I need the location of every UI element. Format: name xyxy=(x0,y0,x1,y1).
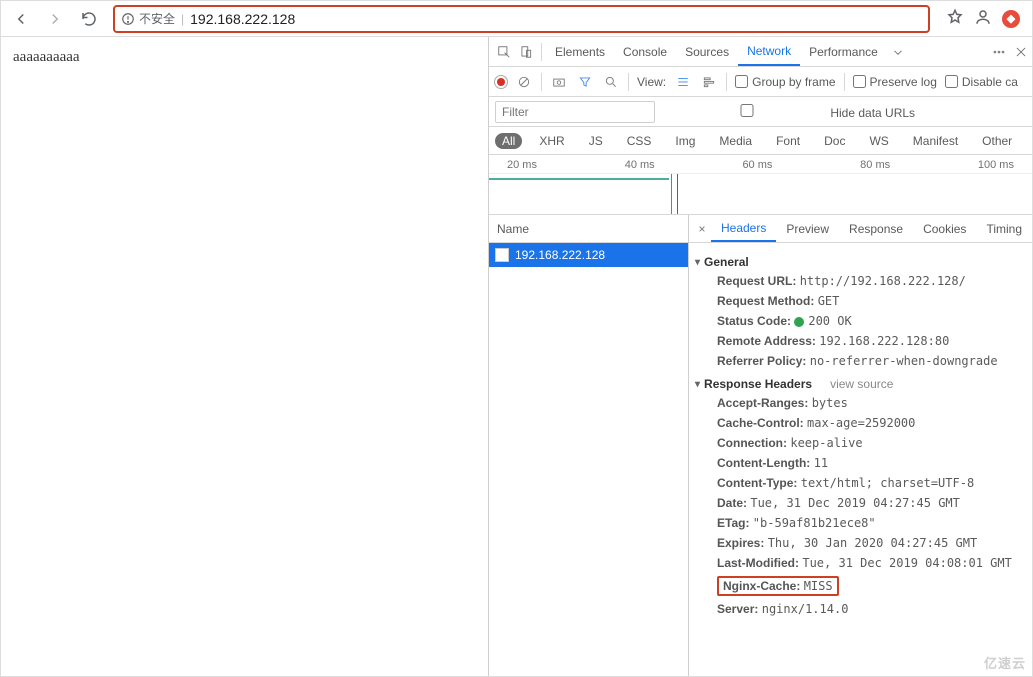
tab-elements[interactable]: Elements xyxy=(546,38,614,66)
clear-icon[interactable] xyxy=(515,73,533,91)
type-img[interactable]: Img xyxy=(668,133,702,149)
view-source-link[interactable]: view source xyxy=(830,377,893,391)
type-other[interactable]: Other xyxy=(975,133,1019,149)
view-waterfall-icon[interactable] xyxy=(700,73,718,91)
status-dot-icon xyxy=(794,317,804,327)
devtools-panel: Elements Console Sources Network Perform… xyxy=(488,37,1032,676)
wf-load-line xyxy=(677,174,678,214)
wf-request-bar xyxy=(489,178,669,180)
forward-button[interactable] xyxy=(41,5,69,33)
request-row[interactable]: 192.168.222.128 xyxy=(489,243,688,267)
kv-accept-ranges: Accept-Ranges: bytes xyxy=(695,393,1022,413)
record-button[interactable] xyxy=(495,76,507,88)
profile-icon[interactable] xyxy=(974,8,992,29)
insecure-label: 不安全 xyxy=(139,10,175,27)
back-button[interactable] xyxy=(7,5,35,33)
type-all[interactable]: All xyxy=(495,133,522,149)
group-by-frame-checkbox[interactable]: Group by frame xyxy=(735,75,835,89)
kv-connection: Connection: keep-alive xyxy=(695,433,1022,453)
wf-domcontent-line xyxy=(671,174,672,214)
kv-date: Date: Tue, 31 Dec 2019 04:27:45 GMT xyxy=(695,493,1022,513)
wf-tick: 40 ms xyxy=(625,159,655,171)
kv-etag: ETag: "b-59af81b21ece8" xyxy=(695,513,1022,533)
type-doc[interactable]: Doc xyxy=(817,133,852,149)
tab-performance[interactable]: Performance xyxy=(800,38,887,66)
url-text: 192.168.222.128 xyxy=(190,11,295,27)
kv-request-url: Request URL: http://192.168.222.128/ xyxy=(695,271,1022,291)
kv-expires: Expires: Thu, 30 Jan 2020 04:27:45 GMT xyxy=(695,533,1022,553)
kv-last-modified: Last-Modified: Tue, 31 Dec 2019 04:08:01… xyxy=(695,553,1022,573)
hide-data-urls-checkbox[interactable]: Hide data URLs xyxy=(667,104,915,120)
type-ws[interactable]: WS xyxy=(862,133,895,149)
type-media[interactable]: Media xyxy=(712,133,759,149)
preserve-log-checkbox[interactable]: Preserve log xyxy=(853,75,937,89)
inspect-element-icon[interactable] xyxy=(493,41,515,63)
devtools-menu-icon[interactable] xyxy=(988,41,1010,63)
dtab-preview[interactable]: Preview xyxy=(776,216,839,242)
section-general[interactable]: General xyxy=(695,255,1022,269)
kv-referrer-policy: Referrer Policy: no-referrer-when-downgr… xyxy=(695,351,1022,371)
address-separator: | xyxy=(181,12,184,26)
section-response-headers[interactable]: Response Headersview source xyxy=(695,377,1022,391)
disable-cache-checkbox[interactable]: Disable ca xyxy=(945,75,1018,89)
close-details-icon[interactable]: × xyxy=(693,222,711,236)
type-js[interactable]: JS xyxy=(582,133,610,149)
view-label: View: xyxy=(637,75,666,89)
request-name: 192.168.222.128 xyxy=(515,248,605,262)
search-icon[interactable] xyxy=(602,73,620,91)
insecure-indicator: 不安全 xyxy=(121,10,175,27)
kv-request-method: Request Method: GET xyxy=(695,291,1022,311)
kv-cache-control: Cache-Control: max-age=2592000 xyxy=(695,413,1022,433)
column-name[interactable]: Name xyxy=(489,215,688,243)
tab-console[interactable]: Console xyxy=(614,38,676,66)
bookmark-star-icon[interactable] xyxy=(946,8,964,29)
document-icon xyxy=(495,248,509,262)
kv-status-code: Status Code: 200 OK xyxy=(695,311,1022,331)
tab-network[interactable]: Network xyxy=(738,38,800,66)
reload-button[interactable] xyxy=(75,5,103,33)
filter-toggle-icon[interactable] xyxy=(576,73,594,91)
capture-screenshot-icon[interactable] xyxy=(550,73,568,91)
kv-content-type: Content-Type: text/html; charset=UTF-8 xyxy=(695,473,1022,493)
tab-sources[interactable]: Sources xyxy=(676,38,738,66)
wf-tick: 60 ms xyxy=(742,159,772,171)
type-manifest[interactable]: Manifest xyxy=(906,133,965,149)
wf-tick: 80 ms xyxy=(860,159,890,171)
kv-content-length: Content-Length: 11 xyxy=(695,453,1022,473)
type-font[interactable]: Font xyxy=(769,133,807,149)
kv-nginx-cache: Nginx-Cache: MISS xyxy=(695,573,1022,599)
page-content: aaaaaaaaaa xyxy=(1,37,488,676)
dtab-timing[interactable]: Timing xyxy=(976,216,1032,242)
dtab-cookies[interactable]: Cookies xyxy=(913,216,976,242)
wf-tick: 100 ms xyxy=(978,159,1014,171)
view-list-icon[interactable] xyxy=(674,73,692,91)
type-xhr[interactable]: XHR xyxy=(532,133,571,149)
kv-remote-address: Remote Address: 192.168.222.128:80 xyxy=(695,331,1022,351)
more-tabs-icon[interactable] xyxy=(887,41,909,63)
device-toggle-icon[interactable] xyxy=(515,41,537,63)
page-body-text: aaaaaaaaaa xyxy=(13,49,80,65)
wf-tick: 20 ms xyxy=(507,159,537,171)
dtab-response[interactable]: Response xyxy=(839,216,913,242)
waterfall-overview[interactable]: 20 ms 40 ms 60 ms 80 ms 100 ms xyxy=(489,155,1032,215)
devtools-close-icon[interactable] xyxy=(1010,41,1032,63)
kv-server: Server: nginx/1.14.0 xyxy=(695,599,1022,619)
dtab-headers[interactable]: Headers xyxy=(711,216,776,242)
address-bar[interactable]: 不安全 | 192.168.222.128 xyxy=(113,5,930,33)
type-css[interactable]: CSS xyxy=(620,133,659,149)
filter-input[interactable] xyxy=(495,101,655,123)
extension-badge-icon[interactable]: ◆ xyxy=(1002,10,1020,28)
